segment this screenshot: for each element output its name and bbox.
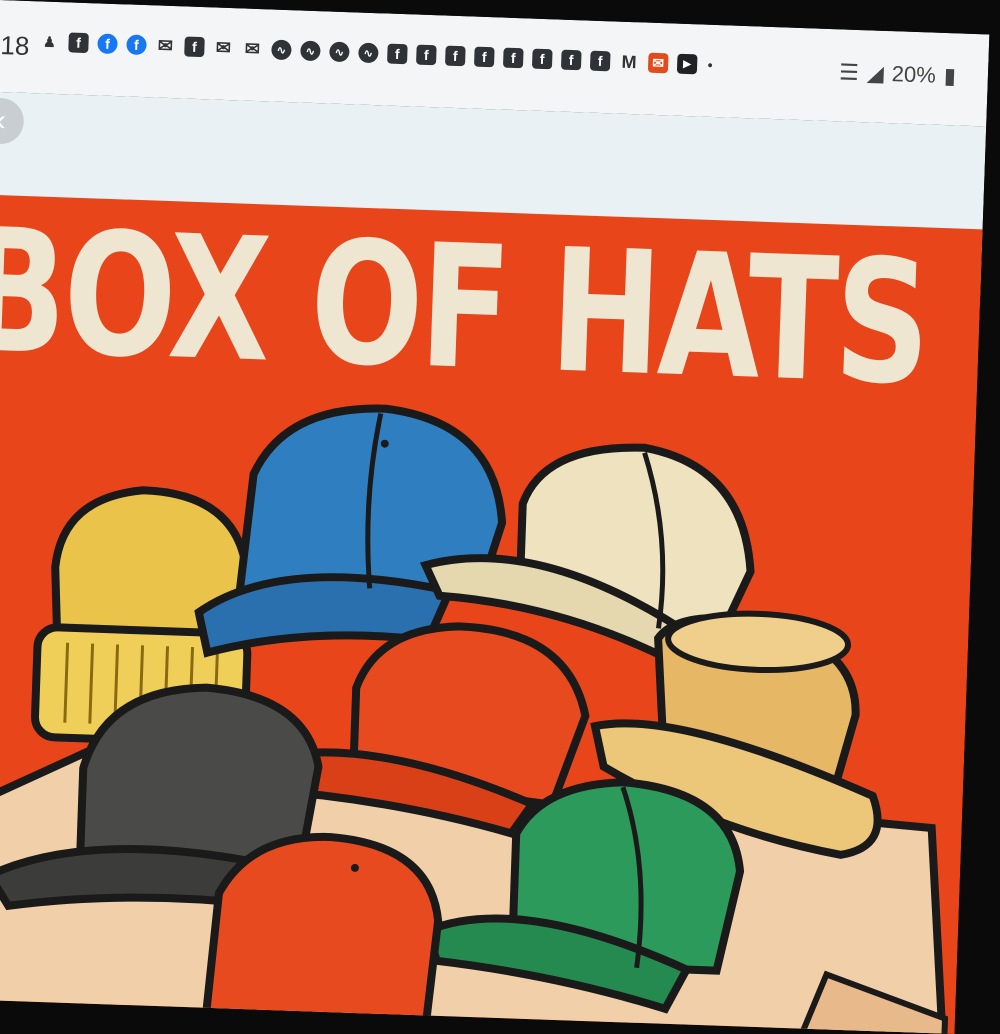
gmail-icon: M: [621, 51, 638, 72]
phone-screen: 18 ♟ f f f ✉ f ✉ ✉ ∿ ∿ ∿ ∿ f f f f f f f…: [0, 0, 990, 1034]
battery-icon: ▮: [943, 62, 957, 89]
back-button[interactable]: ‹: [0, 97, 25, 145]
system-icons: ☰ ◢ 20% ▮: [839, 59, 989, 90]
signal-icon: ◢: [866, 60, 885, 86]
poster-title: BOX OF HATS: [0, 192, 931, 424]
battery-percent: 20%: [891, 61, 937, 88]
facebook-icon: f: [415, 44, 437, 66]
facebook-circle-icon: f: [126, 34, 147, 56]
hats-illustration: [0, 404, 949, 1034]
facebook-icon: f: [589, 50, 611, 72]
facebook-icon: f: [68, 32, 89, 54]
chat-icon: ✉: [157, 35, 174, 56]
facebook-icon: f: [473, 46, 495, 68]
facebook-icon: f: [184, 36, 205, 58]
facebook-icon: f: [560, 49, 582, 71]
red-cap-front: [199, 833, 443, 1034]
messenger-icon: ∿: [299, 40, 321, 62]
poster-image: BOX OF HATS: [0, 192, 983, 1034]
facebook-icon: f: [386, 43, 408, 65]
facebook-icon: f: [531, 48, 553, 70]
facebook-icon: f: [502, 47, 524, 69]
messenger-icon: ∿: [271, 39, 292, 61]
facebook-circle-icon: f: [97, 33, 118, 55]
person-icon: ♟: [42, 33, 57, 50]
status-time: 18: [0, 30, 30, 62]
chevron-left-icon: ‹: [0, 103, 7, 138]
notification-icons: ♟ f f f ✉ f ✉ ✉ ∿ ∿ ∿ ∿ f f f f f f f f …: [39, 31, 714, 75]
messenger-icon: ∿: [357, 42, 379, 64]
wifi-icon: ☰: [838, 59, 860, 86]
dot-icon: •: [707, 56, 713, 73]
youtube-icon: ▶: [676, 53, 698, 75]
chat-icon: ✉: [215, 37, 232, 58]
messenger-icon: ∿: [328, 41, 350, 63]
mail-app-icon: ✉: [647, 52, 669, 74]
chat-icon: ✉: [244, 38, 261, 59]
facebook-icon: f: [444, 45, 466, 67]
